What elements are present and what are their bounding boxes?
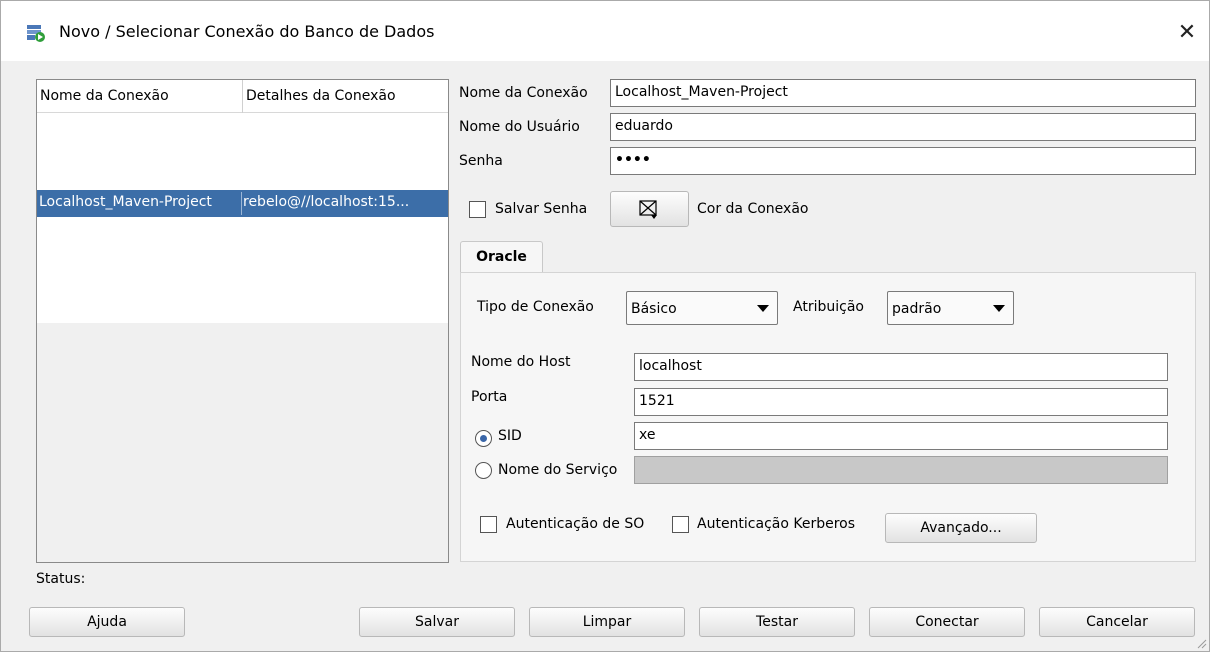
table-row[interactable]: Localhost_Maven-Project rebelo@//localho… <box>37 190 448 217</box>
connection-name-label: Nome da Conexão <box>459 85 588 101</box>
os-auth-label[interactable]: Autenticação de SO <box>506 516 644 532</box>
sid-input[interactable]: xe <box>634 422 1168 450</box>
sid-radio[interactable] <box>475 430 492 447</box>
column-divider[interactable] <box>242 80 243 113</box>
dialog-window: Novo / Selecionar Conexão do Banco de Da… <box>0 0 1210 652</box>
status-label: Status: <box>36 571 86 587</box>
connection-list[interactable]: Nome da Conexão Detalhes da Conexão Loca… <box>36 79 449 563</box>
host-input[interactable]: localhost <box>634 353 1168 381</box>
column-header-name[interactable]: Nome da Conexão <box>40 88 169 104</box>
username-input[interactable]: eduardo <box>610 113 1196 141</box>
connect-button[interactable]: Conectar <box>869 607 1025 637</box>
kerberos-auth-label[interactable]: Autenticação Kerberos <box>697 516 855 532</box>
service-name-label[interactable]: Nome do Serviço <box>498 462 617 478</box>
clear-button[interactable]: Limpar <box>529 607 685 637</box>
window-title: Novo / Selecionar Conexão do Banco de Da… <box>59 22 435 41</box>
tab-oracle[interactable]: Oracle <box>460 241 543 273</box>
cell-divider <box>241 192 242 215</box>
test-button[interactable]: Testar <box>699 607 855 637</box>
save-button[interactable]: Salvar <box>359 607 515 637</box>
kerberos-auth-checkbox[interactable] <box>672 516 689 533</box>
port-input[interactable]: 1521 <box>634 388 1168 416</box>
connection-color-button[interactable] <box>610 191 689 227</box>
role-value: padrão <box>892 301 942 317</box>
role-label: Atribuição <box>793 299 864 315</box>
password-input[interactable]: •••• <box>610 147 1196 175</box>
save-password-checkbox[interactable] <box>469 201 486 218</box>
sid-label[interactable]: SID <box>498 428 522 444</box>
connection-details-cell: rebelo@//localhost:15... <box>243 194 410 210</box>
title-bar: Novo / Selecionar Conexão do Banco de Da… <box>1 1 1209 61</box>
service-name-input <box>634 456 1168 484</box>
cancel-button[interactable]: Cancelar <box>1039 607 1195 637</box>
help-button[interactable]: Ajuda <box>29 607 185 637</box>
resize-grip-icon[interactable] <box>1195 637 1207 649</box>
connection-type-label: Tipo de Conexão <box>477 299 594 315</box>
color-swatch-icon <box>639 200 657 219</box>
service-name-radio[interactable] <box>475 462 492 479</box>
os-auth-checkbox[interactable] <box>480 516 497 533</box>
username-label: Nome do Usuário <box>459 119 580 135</box>
connection-list-header: Nome da Conexão Detalhes da Conexão <box>37 80 448 113</box>
role-select[interactable]: padrão <box>887 291 1014 325</box>
chevron-down-icon <box>993 305 1005 312</box>
close-icon: ✕ <box>1177 20 1197 45</box>
database-connection-icon <box>27 25 45 42</box>
connection-name-input[interactable]: Localhost_Maven-Project <box>610 79 1196 107</box>
connection-type-select[interactable]: Básico <box>626 291 778 325</box>
save-password-label[interactable]: Salvar Senha <box>495 201 587 217</box>
host-label: Nome do Host <box>471 354 571 370</box>
connection-list-body: Localhost_Maven-Project rebelo@//localho… <box>37 113 448 323</box>
connection-name-cell: Localhost_Maven-Project <box>39 194 212 210</box>
column-header-details[interactable]: Detalhes da Conexão <box>246 88 396 104</box>
chevron-down-icon <box>757 305 769 312</box>
port-label: Porta <box>471 389 508 405</box>
connection-type-value: Básico <box>631 301 677 317</box>
connection-color-label: Cor da Conexão <box>697 201 809 217</box>
advanced-button[interactable]: Avançado... <box>885 513 1037 543</box>
close-button[interactable]: ✕ <box>1165 11 1209 55</box>
password-label: Senha <box>459 153 503 169</box>
